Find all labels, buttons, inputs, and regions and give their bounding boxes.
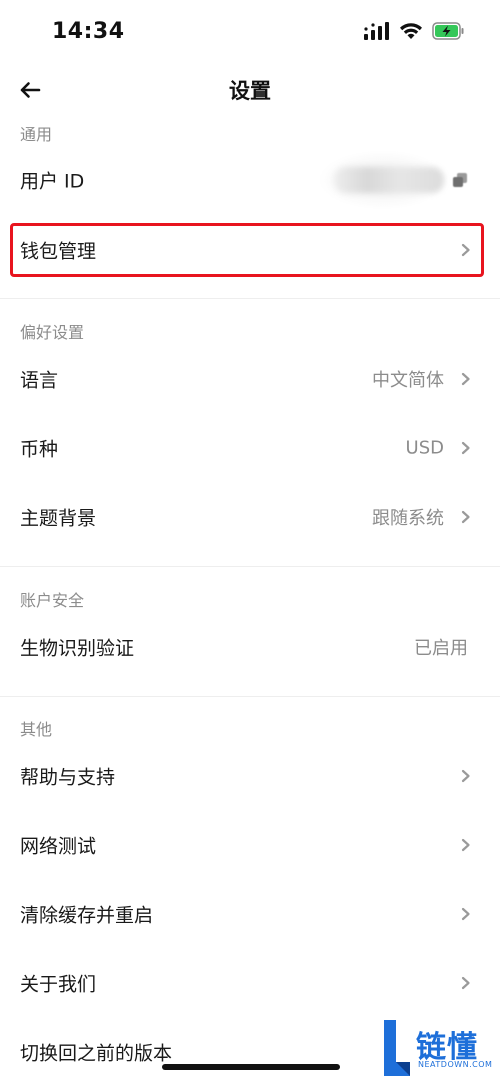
status-bar: 14:34 [0, 0, 500, 64]
chevron-right-icon [461, 907, 470, 921]
signal-icon [364, 22, 389, 40]
currency-value: USD [405, 437, 444, 459]
section-header-security: 账户安全 [20, 591, 85, 610]
watermark-logo: 链懂 NEATDOWN.COM [378, 1018, 496, 1080]
section-divider [0, 566, 500, 567]
row-network-test[interactable]: 网络测试 [0, 815, 500, 875]
wifi-icon [400, 23, 422, 39]
section-divider [0, 696, 500, 697]
status-time: 14:34 [52, 19, 125, 44]
biometric-label: 生物识别验证 [20, 637, 135, 660]
language-value: 中文简体 [372, 370, 444, 391]
section-divider [0, 298, 500, 299]
about-us-label: 关于我们 [20, 973, 97, 996]
user-id-label: 用户 ID [20, 170, 85, 193]
watermark-l-mark-icon [384, 1020, 410, 1076]
highlight-annotation-box [10, 223, 484, 277]
chevron-right-icon [461, 441, 470, 455]
row-language[interactable]: 语言 中文简体 [0, 349, 500, 409]
page-title: 设置 [229, 79, 271, 103]
row-about-us[interactable]: 关于我们 [0, 953, 500, 1013]
row-user-id[interactable]: 用户 ID [0, 150, 500, 210]
biometric-value: 已启用 [414, 638, 468, 659]
nav-bar: 设置 [0, 64, 500, 116]
home-indicator[interactable] [162, 1064, 340, 1070]
section-header-general: 通用 [20, 125, 53, 144]
user-id-value-blurred [334, 167, 444, 193]
chevron-right-icon [461, 838, 470, 852]
language-label: 语言 [20, 369, 59, 392]
theme-value: 跟随系统 [372, 508, 444, 529]
chevron-right-icon [461, 510, 470, 524]
chevron-right-icon [461, 372, 470, 386]
switch-version-label: 切换回之前的版本 [20, 1042, 173, 1065]
row-biometric[interactable]: 生物识别验证 已启用 [0, 617, 500, 677]
help-support-label: 帮助与支持 [20, 766, 116, 789]
theme-label: 主题背景 [20, 507, 97, 530]
battery-charging-icon [432, 22, 464, 40]
row-currency[interactable]: 币种 USD [0, 418, 500, 478]
copy-icon[interactable] [452, 172, 468, 188]
network-test-label: 网络测试 [20, 835, 97, 858]
section-header-preferences: 偏好设置 [20, 323, 85, 342]
row-theme[interactable]: 主题背景 跟随系统 [0, 487, 500, 547]
chevron-right-icon [461, 769, 470, 783]
chevron-right-icon [461, 976, 470, 990]
clear-cache-label: 清除缓存并重启 [20, 904, 154, 927]
row-clear-cache[interactable]: 清除缓存并重启 [0, 884, 500, 944]
watermark-subtext: NEATDOWN.COM [418, 1060, 493, 1069]
status-icons [364, 22, 464, 40]
section-header-other: 其他 [20, 720, 53, 739]
row-help-support[interactable]: 帮助与支持 [0, 746, 500, 806]
currency-label: 币种 [20, 438, 59, 461]
